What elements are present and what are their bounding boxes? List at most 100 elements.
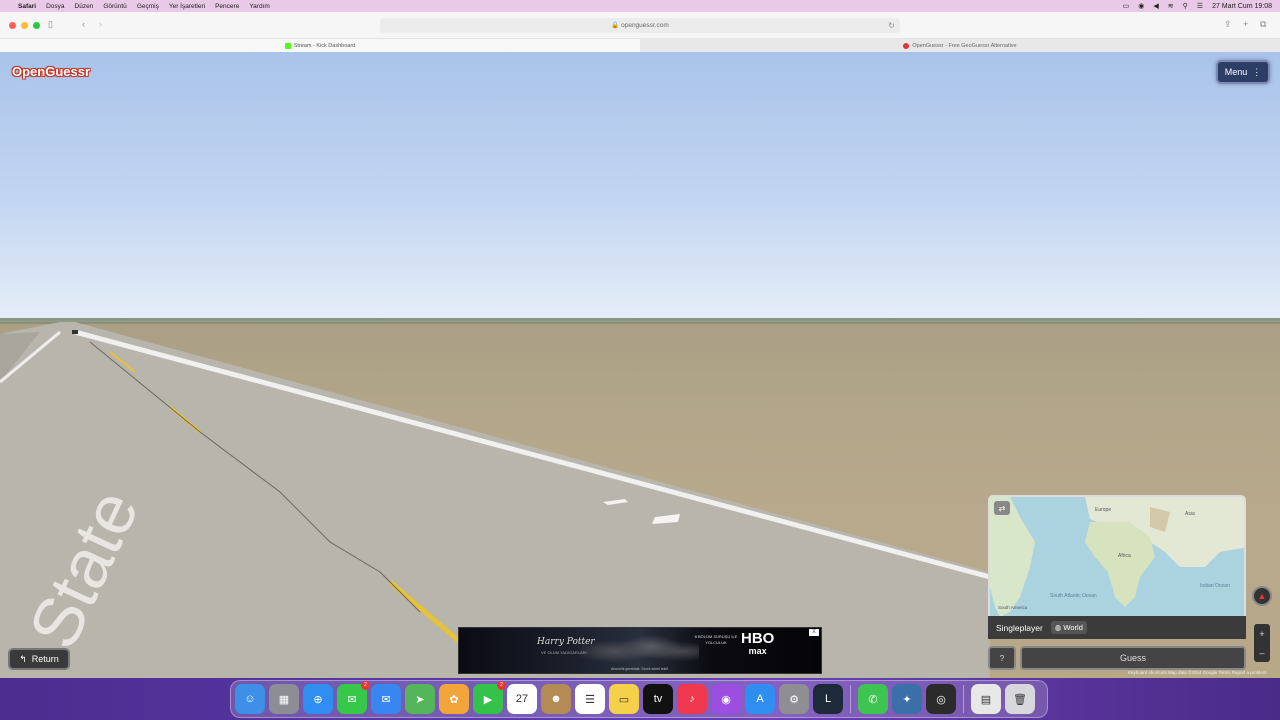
street-view-panorama[interactable]: State OpenGuessr Menu ⋮ ↰ Return Africa … xyxy=(0,52,1280,678)
dock-app-tv-icon[interactable]: tv xyxy=(643,684,673,714)
dock-app-obs-icon[interactable]: ◎ xyxy=(926,684,956,714)
status-record-icon[interactable]: ◉ xyxy=(1138,2,1144,10)
dock-app-photos-icon[interactable]: ✿ xyxy=(439,684,469,714)
new-tab-icon[interactable]: + xyxy=(1243,19,1248,29)
mode-bar: Singleplayer ◍ World xyxy=(988,616,1246,639)
minimap-label-asia: Asia xyxy=(1185,511,1195,517)
ad-subtitle: VE ÖLÜM YADİGARLARI xyxy=(541,650,587,655)
map-settings-icon[interactable]: ⇄ xyxy=(994,501,1010,515)
status-volume-icon[interactable]: ◀ xyxy=(1153,2,1158,10)
return-button[interactable]: ↰ Return xyxy=(8,648,70,670)
menu-duzen[interactable]: Düzen xyxy=(75,3,94,10)
menubar-clock[interactable]: 27 Mart Cum 19:08 xyxy=(1212,3,1272,10)
dock-app-notes-icon[interactable]: ▭ xyxy=(609,684,639,714)
dock-app-messages-icon[interactable]: ✉ 2 xyxy=(337,681,370,714)
dock-app-facetime-icon[interactable]: ▶ 2 xyxy=(473,681,506,714)
return-label: Return xyxy=(31,654,59,664)
zoom-out-icon[interactable]: – xyxy=(1259,648,1264,658)
status-control-center-icon[interactable]: ☰ xyxy=(1197,2,1203,10)
minimap-label-south-atlantic: South Atlantic Ocean xyxy=(1050,593,1097,599)
dock-app-reminders-icon[interactable]: ☰ xyxy=(575,684,605,714)
share-icon[interactable]: ⇪ xyxy=(1224,19,1232,30)
close-window-button[interactable] xyxy=(9,22,16,29)
dock: ☺ ▦ ⊕ ✉ 2 ✉ ➤ ✿ ▶ 2 27 ☻ ☰ ▭ tv ♪ ◉ A ⚙ L ✆ ✦ ◎ ▤ 🗑 xyxy=(230,680,1048,718)
minimap-label-south-america: South America xyxy=(998,605,1028,610)
map-world-badge[interactable]: ◍ World xyxy=(1050,621,1087,634)
url-text: openguessr.com xyxy=(621,22,669,29)
tab-title: Stream - Kick Dashboard xyxy=(293,42,356,49)
dock-separator xyxy=(850,685,851,713)
sidebar-toggle-icon[interactable]: ▯ xyxy=(48,19,53,30)
minimize-window-button[interactable] xyxy=(21,22,28,29)
globe-icon: ◍ xyxy=(1054,623,1062,632)
lock-icon: 🔒 xyxy=(611,22,620,29)
window-controls xyxy=(9,22,40,29)
map-zoom-controls: + – xyxy=(1254,624,1270,662)
help-button[interactable]: ? xyxy=(988,646,1016,670)
dock-app-music-icon[interactable]: ♪ xyxy=(677,684,707,714)
dock-separator xyxy=(963,685,964,713)
dock-app-game-app-icon[interactable]: ✦ xyxy=(892,684,922,714)
menu-yardim[interactable]: Yardım xyxy=(249,3,269,10)
sky xyxy=(0,52,1280,322)
return-arrow-icon: ↰ xyxy=(19,653,27,664)
compass-icon[interactable]: ▲ xyxy=(1252,586,1272,606)
address-bar[interactable]: 🔒 openguessr.com ↻ xyxy=(380,18,900,33)
dock-app-system-settings-icon[interactable]: ⚙ xyxy=(779,684,809,714)
menu-dosya[interactable]: Dosya xyxy=(46,3,64,10)
status-battery-icon[interactable]: ▭ xyxy=(1123,2,1130,10)
dock-app-safari-icon[interactable]: ⊕ xyxy=(303,684,333,714)
mode-label: Singleplayer xyxy=(996,622,1043,633)
browser-toolbar: ▯ ‹ › 🔒 openguessr.com ↻ ⇪ + ⧉ xyxy=(0,12,1280,39)
dock-app-trash-icon[interactable]: 🗑 xyxy=(1005,684,1035,714)
ad-title: Harry Potter xyxy=(537,637,595,647)
dock-app-maps-icon[interactable]: ➤ xyxy=(405,684,435,714)
status-search-icon[interactable]: ⚲ xyxy=(1183,2,1188,10)
menu-pencere[interactable]: Pencere xyxy=(215,3,239,10)
menu-button[interactable]: Menu ⋮ xyxy=(1216,60,1270,84)
notification-badge: 2 xyxy=(361,681,370,690)
ad-fineprint: Abonelik gereklidir. Sınırlı süreli tekl… xyxy=(611,667,669,671)
hbo-max-logo: HBO max xyxy=(741,631,774,658)
menu-safari[interactable]: Safari xyxy=(18,3,36,10)
dock-app-app-store-icon[interactable]: A xyxy=(745,684,775,714)
minimap-label-indian-ocean: Indian Ocean xyxy=(1200,583,1230,589)
guess-button[interactable]: Guess xyxy=(1020,646,1246,670)
tab-kick-dashboard[interactable]: Stream - Kick Dashboard xyxy=(0,39,640,52)
back-arrow-icon[interactable]: ‹ xyxy=(82,19,85,29)
map-attribution[interactable]: Keyboard shortcuts Map data ©2024 Google… xyxy=(1128,670,1267,675)
dock-app-calendar-icon[interactable]: 27 xyxy=(507,684,537,714)
tab-openguessr[interactable]: OpenGuessr - Free GeoGuessr Alternative xyxy=(640,39,1280,52)
reload-icon[interactable]: ↻ xyxy=(888,18,895,33)
dock-app-whatsapp-icon[interactable]: ✆ xyxy=(858,684,888,714)
menu-bar: Safari Dosya Düzen Görüntü Geçmiş Yer İş… xyxy=(0,0,1280,12)
zoom-in-icon[interactable]: + xyxy=(1259,629,1264,639)
minimap-label-africa: Africa xyxy=(1118,553,1131,559)
status-wifi-icon[interactable]: ≋ xyxy=(1168,2,1174,10)
dock-app-finder-icon[interactable]: ☺ xyxy=(235,684,265,714)
dock-app-document-icon[interactable]: ▤ xyxy=(971,684,1001,714)
dock-app-contacts-icon[interactable]: ☻ xyxy=(541,684,571,714)
menu-label: Menu xyxy=(1224,67,1248,77)
menu-gecmis[interactable]: Geçmiş xyxy=(137,3,159,10)
tab-title: OpenGuessr - Free GeoGuessr Alternative xyxy=(912,42,1017,49)
notification-badge: 2 xyxy=(497,681,506,690)
tab-bar: Stream - Kick Dashboard OpenGuessr - Fre… xyxy=(0,39,1280,52)
forward-arrow-icon[interactable]: › xyxy=(99,19,102,29)
dock-app-league-icon[interactable]: L xyxy=(813,684,843,714)
dock-app-launchpad-icon[interactable]: ▦ xyxy=(269,684,299,714)
openguessr-favicon-icon xyxy=(903,42,910,49)
kick-favicon-icon xyxy=(284,42,291,49)
kebab-menu-icon: ⋮ xyxy=(1252,66,1262,77)
menu-goruntu[interactable]: Görüntü xyxy=(103,3,127,10)
openguessr-logo[interactable]: OpenGuessr xyxy=(12,64,90,79)
map-label: World xyxy=(1063,623,1083,632)
minimap-label-europe: Europe xyxy=(1095,507,1111,513)
tab-overview-icon[interactable]: ⧉ xyxy=(1260,19,1266,30)
ad-banner[interactable]: Harry Potter VE ÖLÜM YADİGARLARI 8 BÖLÜM… xyxy=(458,627,822,674)
dock-app-podcasts-icon[interactable]: ◉ xyxy=(711,684,741,714)
zoom-window-button[interactable] xyxy=(33,22,40,29)
dock-app-mail-icon[interactable]: ✉ xyxy=(371,684,401,714)
ad-close-button[interactable]: X xyxy=(809,629,819,636)
menu-yer-isaretleri[interactable]: Yer İşaretleri xyxy=(169,3,205,10)
